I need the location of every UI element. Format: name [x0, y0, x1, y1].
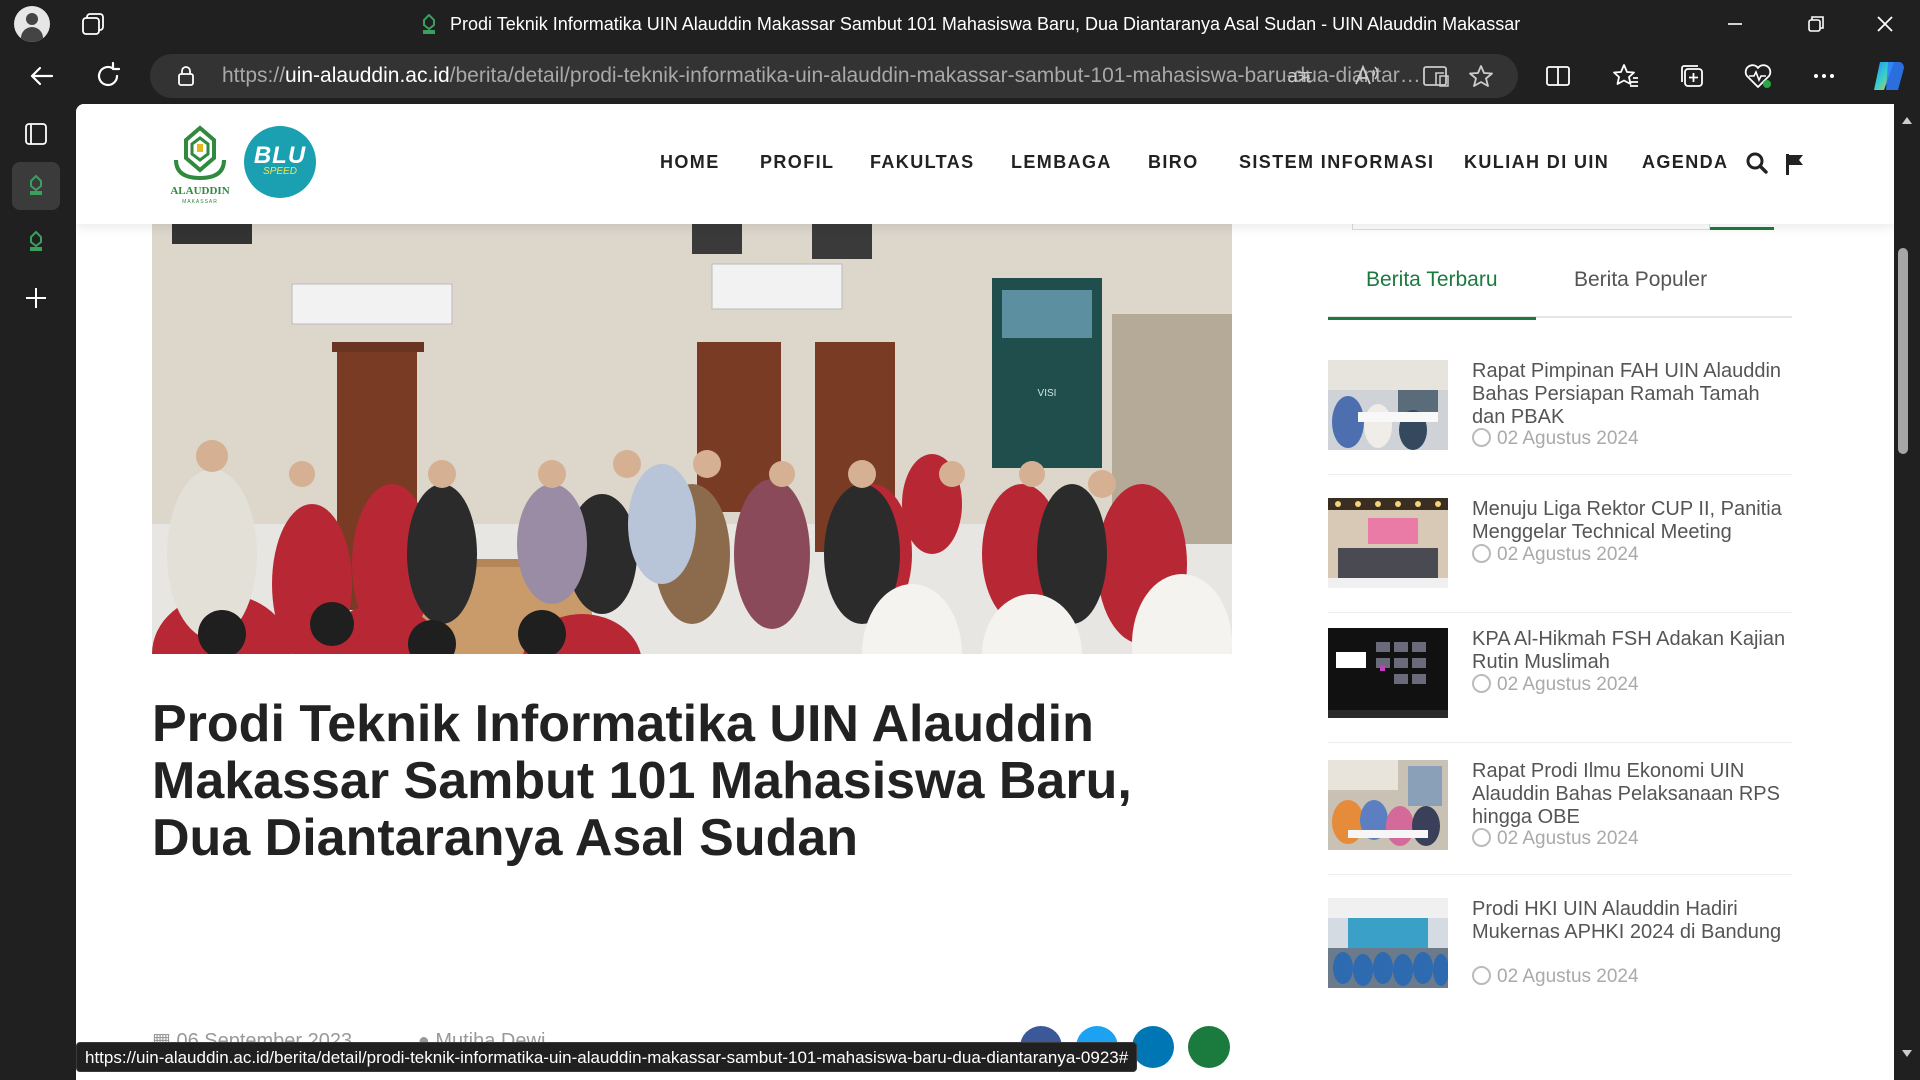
new-tab-plus-icon[interactable] [12, 274, 60, 322]
news-item[interactable]: Rapat Prodi Ilmu Ekonomi UIN Alauddin Ba… [1328, 760, 1792, 860]
vertical-tab-active[interactable] [12, 162, 60, 210]
more-options-icon[interactable] [1808, 60, 1840, 92]
scroll-thumb[interactable] [1898, 248, 1908, 454]
svg-text:ऋ: ऋ [1298, 67, 1312, 86]
news-title[interactable]: Menuju Liga Rektor CUP II, Panitia Mengg… [1472, 498, 1792, 544]
news-divider [1328, 874, 1792, 875]
news-title[interactable]: Rapat Pimpinan FAH UIN Alauddin Bahas Pe… [1472, 360, 1792, 429]
menu-profil[interactable]: PROFIL [760, 152, 834, 173]
web-page: ALAUDDIN MAKASSAR BLU SPEED HOME PROFIL … [76, 104, 1894, 1080]
menu-agenda[interactable]: AGENDA [1642, 152, 1728, 173]
tab-berita-terbaru[interactable]: Berita Terbaru [1328, 252, 1535, 320]
scroll-down-arrow-icon[interactable] [1900, 1048, 1914, 1060]
news-thumbnail[interactable] [1328, 360, 1448, 450]
news-divider [1328, 474, 1792, 475]
vertical-tab[interactable] [12, 218, 60, 266]
flag-icon[interactable] [1784, 152, 1806, 176]
news-title[interactable]: KPA Al-Hikmah FSH Adakan Kajian Rutin Mu… [1472, 628, 1792, 674]
menu-kuliah-di-uin[interactable]: KULIAH DI UIN [1464, 152, 1609, 173]
news-date: 02 Agustus 2024 [1472, 544, 1639, 566]
menu-sistem-informasi[interactable]: SISTEM INFORMASI [1239, 152, 1434, 173]
news-item[interactable]: KPA Al-Hikmah FSH Adakan Kajian Rutin Mu… [1328, 628, 1792, 728]
news-date: 02 Agustus 2024 [1472, 428, 1639, 450]
news-tabs: Berita Terbaru Berita Populer [1328, 252, 1792, 320]
favorite-star-icon[interactable] [1468, 64, 1494, 88]
split-screen-icon[interactable] [1542, 60, 1574, 92]
url-path: /berita/detail/prodi-teknik-informatika-… [449, 64, 1422, 87]
back-arrow-icon[interactable] [26, 60, 58, 92]
news-date: 02 Agustus 2024 [1472, 966, 1639, 988]
scroll-up-arrow-icon[interactable] [1900, 114, 1914, 126]
article-title: Prodi Teknik Informatika UIN Alauddin Ma… [152, 695, 1132, 867]
profile-avatar[interactable] [14, 6, 50, 42]
tab-actions-icon[interactable] [12, 110, 60, 158]
site-header: ALAUDDIN MAKASSAR BLU SPEED HOME PROFIL … [76, 104, 1894, 224]
favorites-icon[interactable] [1610, 60, 1642, 92]
news-thumbnail[interactable] [1328, 898, 1448, 988]
news-item[interactable]: Menuju Liga Rektor CUP II, Panitia Mengg… [1328, 498, 1792, 598]
news-item[interactable]: Rapat Pimpinan FAH UIN Alauddin Bahas Pe… [1328, 360, 1792, 460]
logo-subtext: MAKASSAR [182, 199, 218, 205]
news-date-text: 02 Agustus 2024 [1497, 428, 1639, 449]
svg-text:a: a [1287, 66, 1298, 87]
link-status-bar: https://uin-alauddin.ac.id/berita/detail… [76, 1042, 1138, 1072]
news-date: 02 Agustus 2024 [1472, 828, 1639, 850]
read-aloud-icon[interactable] [1354, 64, 1380, 88]
clock-icon [1472, 966, 1491, 985]
news-date-text: 02 Agustus 2024 [1497, 544, 1639, 565]
clock-icon [1472, 674, 1491, 693]
news-divider [1328, 742, 1792, 743]
news-thumbnail[interactable] [1328, 498, 1448, 588]
browser-essentials-icon[interactable] [1742, 60, 1774, 92]
news-item[interactable]: Prodi HKI UIN Alauddin Hadiri Mukernas A… [1328, 898, 1792, 998]
immersive-reader-icon[interactable] [1422, 64, 1450, 88]
close-icon[interactable] [1850, 0, 1920, 48]
news-thumbnail[interactable] [1328, 628, 1448, 718]
url-text[interactable]: https://uin-alauddin.ac.id/berita/detail… [222, 54, 1422, 98]
collections-icon[interactable] [1676, 60, 1708, 92]
workspaces-icon[interactable] [80, 12, 106, 36]
news-date: 02 Agustus 2024 [1472, 674, 1639, 696]
browser-title-bar: Prodi Teknik Informatika UIN Alauddin Ma… [0, 0, 1920, 48]
menu-fakultas[interactable]: FAKULTAS [870, 152, 975, 173]
news-title[interactable]: Prodi HKI UIN Alauddin Hadiri Mukernas A… [1472, 898, 1792, 944]
refresh-icon[interactable] [92, 60, 124, 92]
menu-lembaga[interactable]: LEMBAGA [1011, 152, 1112, 173]
whatsapp-share-button[interactable] [1188, 1026, 1230, 1068]
uin-favicon-icon [30, 174, 42, 195]
news-date-text: 02 Agustus 2024 [1497, 966, 1639, 987]
clock-icon [1472, 428, 1491, 447]
news-date-text: 02 Agustus 2024 [1497, 828, 1639, 849]
window-title: Prodi Teknik Informatika UIN Alauddin Ma… [420, 0, 1520, 48]
photo-poster-text: VISI [1038, 388, 1057, 399]
main-menu: HOME PROFIL FAKULTAS LEMBAGA BIRO SISTEM… [76, 152, 1894, 180]
menu-biro[interactable]: BIRO [1148, 152, 1199, 173]
search-icon[interactable] [1746, 152, 1768, 176]
news-divider [1328, 612, 1792, 613]
news-title[interactable]: Rapat Prodi Ilmu Ekonomi UIN Alauddin Ba… [1472, 760, 1792, 829]
url-prefix: https:// [222, 64, 286, 87]
menu-home[interactable]: HOME [660, 152, 720, 173]
uin-favicon-icon [30, 230, 42, 251]
translate-icon[interactable]: aऋ [1286, 64, 1312, 88]
uin-favicon-icon [423, 14, 435, 35]
vertical-tab-sidebar [0, 104, 76, 1080]
browser-toolbar: https://uin-alauddin.ac.id/berita/detail… [0, 48, 1920, 104]
news-thumbnail[interactable] [1328, 760, 1448, 850]
url-host: uin-alauddin.ac.id [285, 64, 450, 87]
logo-text: ALAUDDIN [170, 185, 229, 197]
minimize-icon[interactable] [1700, 0, 1770, 48]
restore-icon[interactable] [1781, 0, 1851, 48]
window-title-text: Prodi Teknik Informatika UIN Alauddin Ma… [450, 14, 1521, 34]
tab-berita-populer[interactable]: Berita Populer [1574, 252, 1707, 318]
lock-icon[interactable] [176, 65, 196, 87]
article-photo: VISI [152, 224, 1232, 654]
linkedin-share-button[interactable] [1132, 1026, 1174, 1068]
copilot-icon[interactable] [1870, 58, 1908, 94]
clock-icon [1472, 828, 1491, 847]
address-bar[interactable]: https://uin-alauddin.ac.id/berita/detail… [150, 54, 1518, 98]
clock-icon [1472, 544, 1491, 563]
news-date-text: 02 Agustus 2024 [1497, 674, 1639, 695]
